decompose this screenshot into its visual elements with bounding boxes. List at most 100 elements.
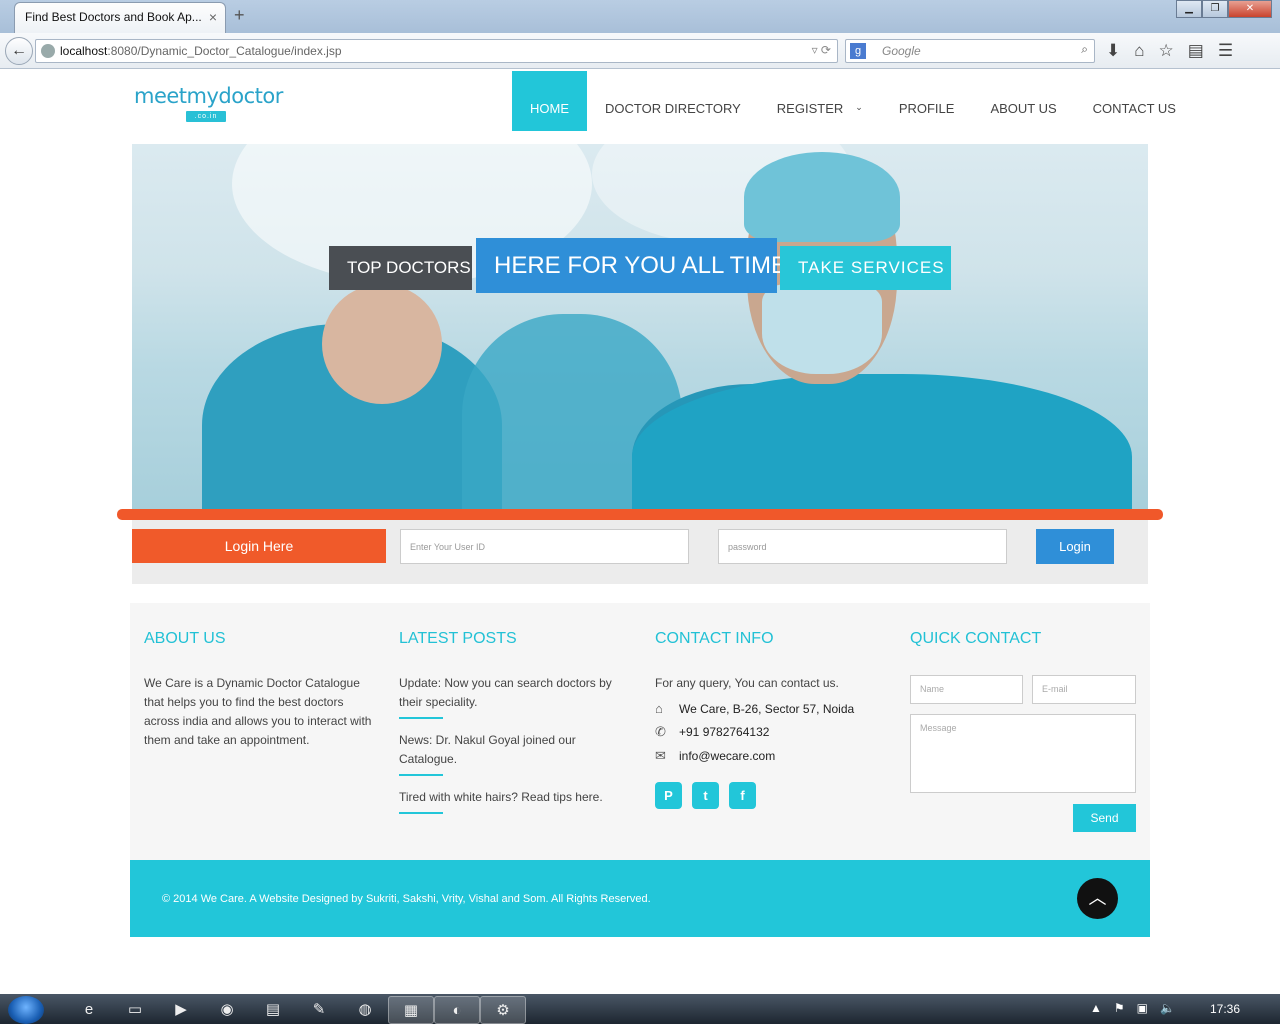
volume-icon[interactable]: 🔈 bbox=[1160, 1001, 1175, 1015]
start-button[interactable] bbox=[8, 996, 44, 1024]
download-icon[interactable]: ⬇ bbox=[1106, 41, 1120, 61]
twitter-icon[interactable]: t bbox=[692, 782, 719, 809]
action-center-flag-icon[interactable]: ⚑ bbox=[1114, 1001, 1125, 1015]
new-tab-button[interactable]: + bbox=[234, 5, 245, 26]
footer-about-title: ABOUT US bbox=[144, 630, 226, 647]
search-bar[interactable]: g Google ⌕ bbox=[845, 39, 1095, 63]
reload-icon[interactable]: ▿ ⟳ bbox=[812, 43, 831, 57]
post-text: News: Dr. Nakul Goyal joined our Catalog… bbox=[399, 733, 576, 766]
contact-email[interactable]: ✉ info@wecare.com bbox=[655, 748, 885, 764]
nav-profile-label: PROFILE bbox=[898, 101, 955, 116]
media-player-icon[interactable]: ▶ bbox=[158, 996, 204, 1024]
window-controls: ▁ ❐ ✕ bbox=[1176, 0, 1272, 18]
logo-text: meetmydoctor bbox=[134, 84, 283, 108]
browser-titlebar: Find Best Doctors and Book Ap... × + ▁ ❐… bbox=[0, 0, 1280, 33]
site-identity-icon[interactable] bbox=[41, 44, 55, 58]
nav-contact-us[interactable]: CONTACT US bbox=[1075, 71, 1194, 131]
contact-phone-text: +91 9782764132 bbox=[679, 725, 770, 739]
search-engine-icon[interactable]: g bbox=[850, 43, 866, 59]
quick-message-textarea[interactable]: Message bbox=[910, 714, 1136, 793]
notepad-icon[interactable]: ▤ bbox=[250, 996, 296, 1024]
password-input[interactable]: password bbox=[718, 529, 1007, 564]
hero-tag-headline: HERE FOR YOU ALL TIME bbox=[476, 238, 787, 293]
pinterest-icon[interactable]: P bbox=[655, 782, 682, 809]
chevron-down-icon: ⌄ bbox=[855, 102, 863, 112]
contact-intro: For any query, You can contact us. bbox=[655, 676, 839, 690]
editor-icon[interactable]: ✎ bbox=[296, 996, 342, 1024]
accent-divider bbox=[117, 509, 1163, 520]
back-arrow-icon: ← bbox=[11, 42, 27, 59]
nav-register-label: REGISTER bbox=[776, 101, 844, 116]
hero-banner bbox=[132, 144, 1148, 510]
send-button[interactable]: Send bbox=[1073, 804, 1136, 832]
user-id-input[interactable]: Enter Your User ID bbox=[400, 529, 689, 564]
network-icon[interactable]: ▣ bbox=[1137, 1001, 1148, 1015]
internet-explorer-icon[interactable]: e bbox=[66, 996, 112, 1024]
social-links: P t f bbox=[655, 782, 885, 809]
file-explorer-icon[interactable]: ▭ bbox=[112, 996, 158, 1024]
nav-about-us[interactable]: ABOUT US bbox=[972, 71, 1074, 131]
browser-toolbar: ⬇ ⌂ ☆ ▤ ☰ bbox=[1106, 41, 1233, 61]
post-item[interactable]: Tired with white hairs? Read tips here. bbox=[399, 788, 629, 814]
contact-address: ⌂ We Care, B-26, Sector 57, Noida bbox=[655, 701, 885, 716]
search-placeholder: Google bbox=[882, 44, 921, 58]
surgeon-head bbox=[322, 284, 442, 404]
home-icon[interactable]: ⌂ bbox=[1134, 41, 1144, 61]
footer-contact-title: CONTACT INFO bbox=[655, 630, 774, 647]
browser-navbar: ← localhost:8080/Dynamic_Doctor_Catalogu… bbox=[0, 33, 1280, 69]
scroll-to-top-button[interactable]: ︿ bbox=[1077, 878, 1118, 919]
hero-tag-take-services[interactable]: TAKE SERVICES bbox=[780, 246, 951, 290]
minimize-button[interactable]: ▁ bbox=[1176, 0, 1202, 18]
post-item[interactable]: News: Dr. Nakul Goyal joined our Catalog… bbox=[399, 731, 629, 776]
nav-register[interactable]: REGISTER ⌄ bbox=[759, 71, 881, 131]
post-underline bbox=[399, 812, 443, 814]
bookmarks-menu-icon[interactable]: ▤ bbox=[1188, 41, 1204, 61]
login-button[interactable]: Login bbox=[1036, 529, 1114, 564]
back-button[interactable]: ← bbox=[5, 37, 33, 65]
quick-name-input[interactable]: Name bbox=[910, 675, 1023, 704]
maximize-button[interactable]: ❐ bbox=[1202, 0, 1228, 18]
search-icon[interactable]: ⌕ bbox=[1081, 42, 1088, 57]
contact-email-text: info@wecare.com bbox=[679, 749, 776, 763]
envelope-icon: ✉ bbox=[655, 748, 666, 763]
browser-tab[interactable]: Find Best Doctors and Book Ap... × bbox=[14, 2, 226, 33]
close-window-button[interactable]: ✕ bbox=[1228, 0, 1272, 18]
facebook-icon[interactable]: f bbox=[729, 782, 756, 809]
tab-close-icon[interactable]: × bbox=[209, 9, 217, 25]
url-host: localhost bbox=[60, 44, 108, 58]
nav-contact-us-label: CONTACT US bbox=[1092, 101, 1176, 116]
tab-title: Find Best Doctors and Book Ap... bbox=[25, 10, 202, 24]
home-icon: ⌂ bbox=[655, 701, 663, 716]
taskbar-clock[interactable]: 17:36 bbox=[1210, 1002, 1240, 1016]
footer-posts-title: LATEST POSTS bbox=[399, 630, 517, 647]
post-underline bbox=[399, 717, 443, 719]
chrome-icon[interactable]: ◉ bbox=[204, 996, 250, 1024]
nav-home-label: HOME bbox=[530, 101, 569, 116]
firefox-icon[interactable]: ◐ bbox=[434, 996, 480, 1024]
nav-doctor-directory-label: DOCTOR DIRECTORY bbox=[605, 101, 741, 116]
contact-phone: ✆ +91 9782764132 bbox=[655, 724, 885, 740]
footer-quick-contact: QUICK CONTACT bbox=[910, 630, 1140, 674]
logo-tld: .co.in bbox=[186, 111, 226, 122]
bookmark-star-icon[interactable]: ☆ bbox=[1159, 41, 1174, 61]
hero-tag-top-doctors: TOP DOCTORS bbox=[329, 246, 472, 290]
nav-profile[interactable]: PROFILE bbox=[881, 71, 973, 131]
copyright-text: © 2014 We Care. A Website Designed by Su… bbox=[162, 893, 651, 905]
footer-quick-title: QUICK CONTACT bbox=[910, 630, 1042, 647]
site-logo[interactable]: meetmydoctor .co.in bbox=[134, 84, 283, 126]
post-underline bbox=[399, 774, 443, 776]
system-tray: ▲ ⚑ ▣ 🔈 bbox=[1090, 1001, 1175, 1015]
post-text: Tired with white hairs? Read tips here. bbox=[399, 790, 603, 804]
calculator-icon[interactable]: ▦ bbox=[388, 996, 434, 1024]
nav-doctor-directory[interactable]: DOCTOR DIRECTORY bbox=[587, 71, 759, 131]
quick-email-input[interactable]: E-mail bbox=[1032, 675, 1136, 704]
tray-expand-icon[interactable]: ▲ bbox=[1090, 1001, 1102, 1015]
settings-icon[interactable]: ⚙ bbox=[480, 996, 526, 1024]
app-icon[interactable]: ◍ bbox=[342, 996, 388, 1024]
surgical-mask bbox=[762, 284, 882, 374]
post-item[interactable]: Update: Now you can search doctors by th… bbox=[399, 674, 629, 719]
footer-about-text: We Care is a Dynamic Doctor Catalogue th… bbox=[144, 676, 372, 747]
nav-home[interactable]: HOME bbox=[512, 71, 587, 131]
address-bar[interactable]: localhost:8080/Dynamic_Doctor_Catalogue/… bbox=[35, 39, 838, 63]
menu-icon[interactable]: ☰ bbox=[1218, 41, 1233, 61]
